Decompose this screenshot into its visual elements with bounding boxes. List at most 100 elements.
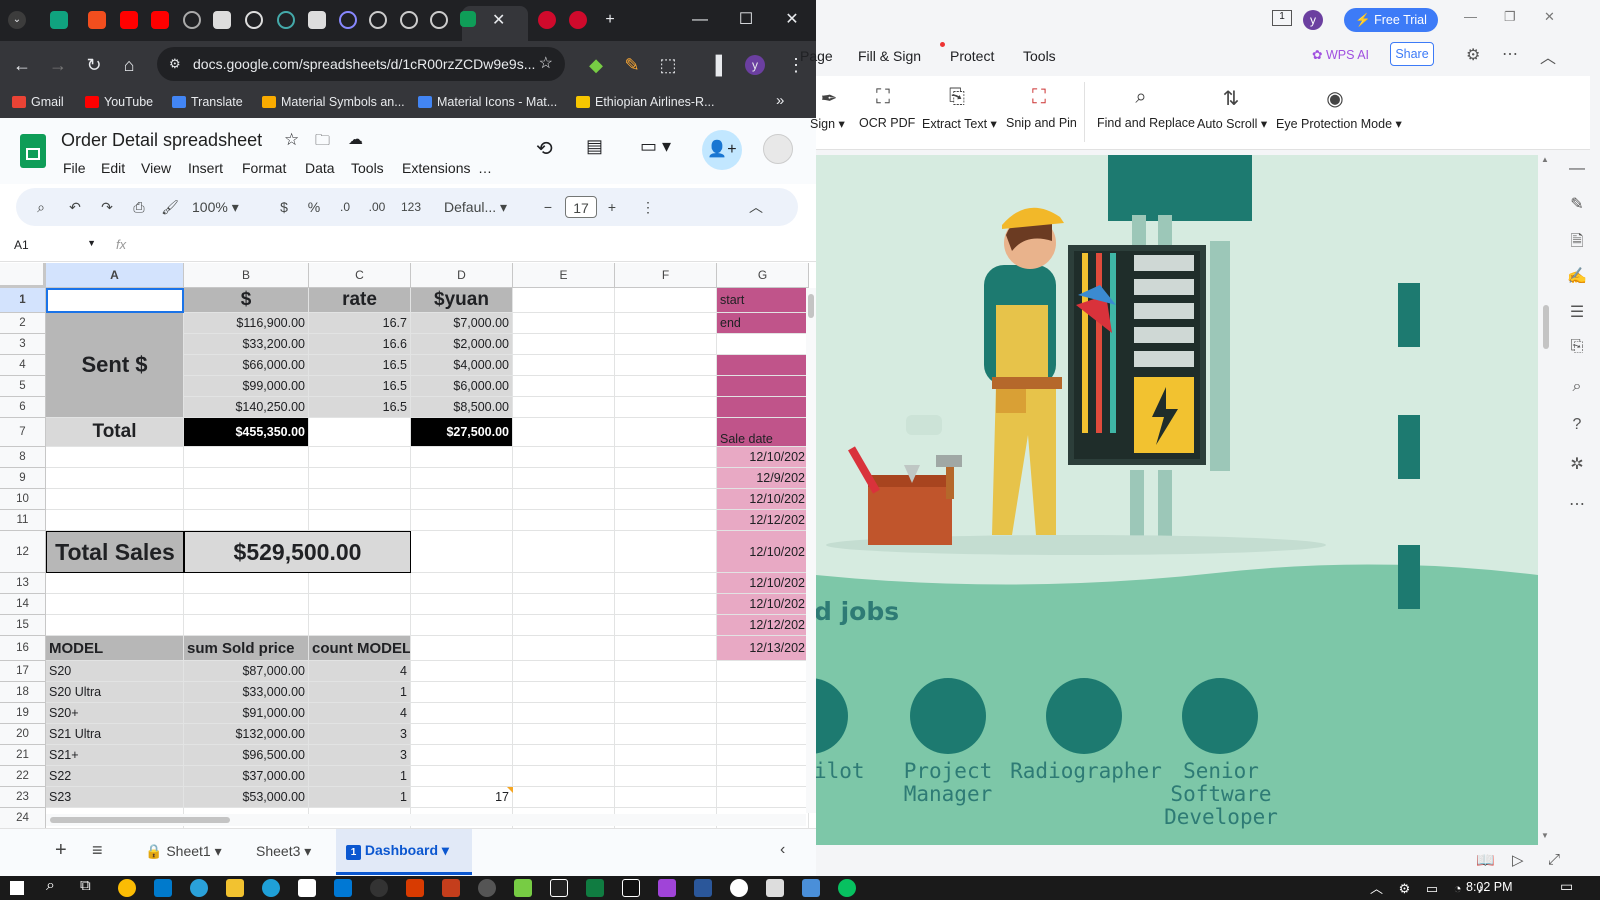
cell-e14[interactable] [513,594,615,615]
forward-icon[interactable]: → [46,53,70,77]
cell-d14[interactable] [411,594,513,615]
cell-f15[interactable] [615,615,717,636]
cell-a1[interactable] [46,288,184,313]
home-icon[interactable]: ⌂ [117,53,141,77]
document-title[interactable]: Order Detail spreadsheet [61,130,262,151]
side-panel-icon[interactable]: ▌ [710,53,734,77]
format-percent-button[interactable]: % [304,196,324,218]
cell-e12[interactable] [513,531,615,573]
cell-a20[interactable]: S21 Ultra [46,724,184,745]
search-icon[interactable]: ⌕ [46,877,55,895]
tab-generic-icon[interactable] [213,11,231,29]
cell-d3[interactable]: $2,000.00 [411,334,513,355]
cell-b18[interactable]: $33,000.00 [184,682,309,703]
menu-extensions[interactable]: Extensions [402,160,470,176]
cell-g23[interactable] [717,787,809,808]
collapse-rail-icon[interactable]: — [1566,160,1588,182]
extension-pen-icon[interactable]: ✎ [620,53,644,77]
scroll-thumb[interactable] [1543,305,1549,349]
cell-g9[interactable]: 12/9/202 [717,468,809,489]
cell-e6[interactable] [513,397,615,418]
cell-b4[interactable]: $66,000.00 [184,355,309,376]
row-header[interactable]: 1 [0,288,46,313]
cell-g14[interactable]: 12/10/202 [717,594,809,615]
cell-g20[interactable] [717,724,809,745]
cell-d8[interactable] [411,447,513,468]
wps-close-icon[interactable]: ✕ [1544,9,1555,25]
tab-generic-icon[interactable] [369,11,387,29]
comments-icon[interactable]: ▤ [586,136,603,157]
select-all-corner[interactable] [0,263,46,288]
cell-f9[interactable] [615,468,717,489]
back-icon[interactable]: ← [10,53,34,77]
cell-e5[interactable] [513,376,615,397]
cell-g8[interactable]: 12/10/202 [717,447,809,468]
column-header-b[interactable]: B [184,263,309,288]
sheet-tab-sheet3[interactable]: Sheet3 ▾ [256,843,311,860]
cell-d18[interactable] [411,682,513,703]
cell-e15[interactable] [513,615,615,636]
taskbar-word-icon[interactable] [694,879,712,897]
row-header[interactable]: 17 [0,661,46,682]
row-header[interactable]: 14 [0,594,46,615]
row-header[interactable]: 23 [0,787,46,808]
cell-g10[interactable]: 12/10/202 [717,489,809,510]
row-header[interactable]: 7 [0,418,46,447]
cell-a15[interactable] [46,615,184,636]
cell-b9[interactable] [184,468,309,489]
more-formats-button[interactable]: 123 [398,196,424,218]
cell-c1[interactable]: rate [309,288,411,313]
row-header[interactable]: 8 [0,447,46,468]
cell-c14[interactable] [309,594,411,615]
share-button[interactable]: Share [1390,42,1434,66]
horizontal-scrollbar[interactable] [46,814,806,826]
row-header[interactable]: 12 [0,531,46,573]
cell-a9[interactable] [46,468,184,489]
wps-tab-page[interactable]: Page [800,48,833,64]
extension-icon[interactable]: ◆ [584,53,608,77]
cell-g15[interactable]: 12/12/202 [717,615,809,636]
cell-c10[interactable] [309,489,411,510]
cell-c2[interactable]: 16.7 [309,313,411,334]
menu-tools[interactable]: Tools [351,160,384,176]
cell-a23[interactable]: S23 [46,787,184,808]
vertical-scrollbar[interactable] [806,288,816,813]
tab-huawei-icon[interactable] [538,11,556,29]
cell-b2[interactable]: $116,900.00 [184,313,309,334]
pdf-scrollbar[interactable]: ▲ ▼ [1538,155,1554,845]
cell-g4[interactable] [717,355,809,376]
cell-f4[interactable] [615,355,717,376]
cell-b10[interactable] [184,489,309,510]
cell-g5[interactable] [717,376,809,397]
cell-e11[interactable] [513,510,615,531]
cell-b8[interactable] [184,447,309,468]
cell-e8[interactable] [513,447,615,468]
row-header[interactable]: 11 [0,510,46,531]
cell-b1[interactable]: $ [184,288,309,313]
cell-a10[interactable] [46,489,184,510]
tab-generic-icon[interactable] [308,11,326,29]
extensions-puzzle-icon[interactable]: ⬚ [656,53,680,77]
row-header[interactable]: 24 [0,808,46,828]
cell-g19[interactable] [717,703,809,724]
cell-a21[interactable]: S21+ [46,745,184,766]
row-header[interactable]: 22 [0,766,46,787]
menu-view[interactable]: View [141,160,171,176]
wps-minimize-icon[interactable]: — [1464,9,1477,24]
row-header[interactable]: 4 [0,355,46,376]
format-currency-button[interactable]: $ [274,196,294,218]
taskbar-mail-icon[interactable] [334,879,352,897]
cell-f20[interactable] [615,724,717,745]
cell-b12[interactable]: $529,500.00 [184,531,411,573]
clock[interactable]: 8:02 PM [1466,880,1513,894]
cell-f10[interactable] [615,489,717,510]
cell-d4[interactable]: $4,000.00 [411,355,513,376]
tab-youtube-icon[interactable] [151,11,169,29]
formula-input[interactable] [140,236,800,258]
search-icon[interactable]: ⌕ [1566,378,1588,400]
cell-d22[interactable] [411,766,513,787]
taskbar-store-icon[interactable] [298,879,316,897]
taskbar-obs-icon[interactable] [478,879,496,897]
cell-b6[interactable]: $140,250.00 [184,397,309,418]
cell-a19[interactable]: S20+ [46,703,184,724]
